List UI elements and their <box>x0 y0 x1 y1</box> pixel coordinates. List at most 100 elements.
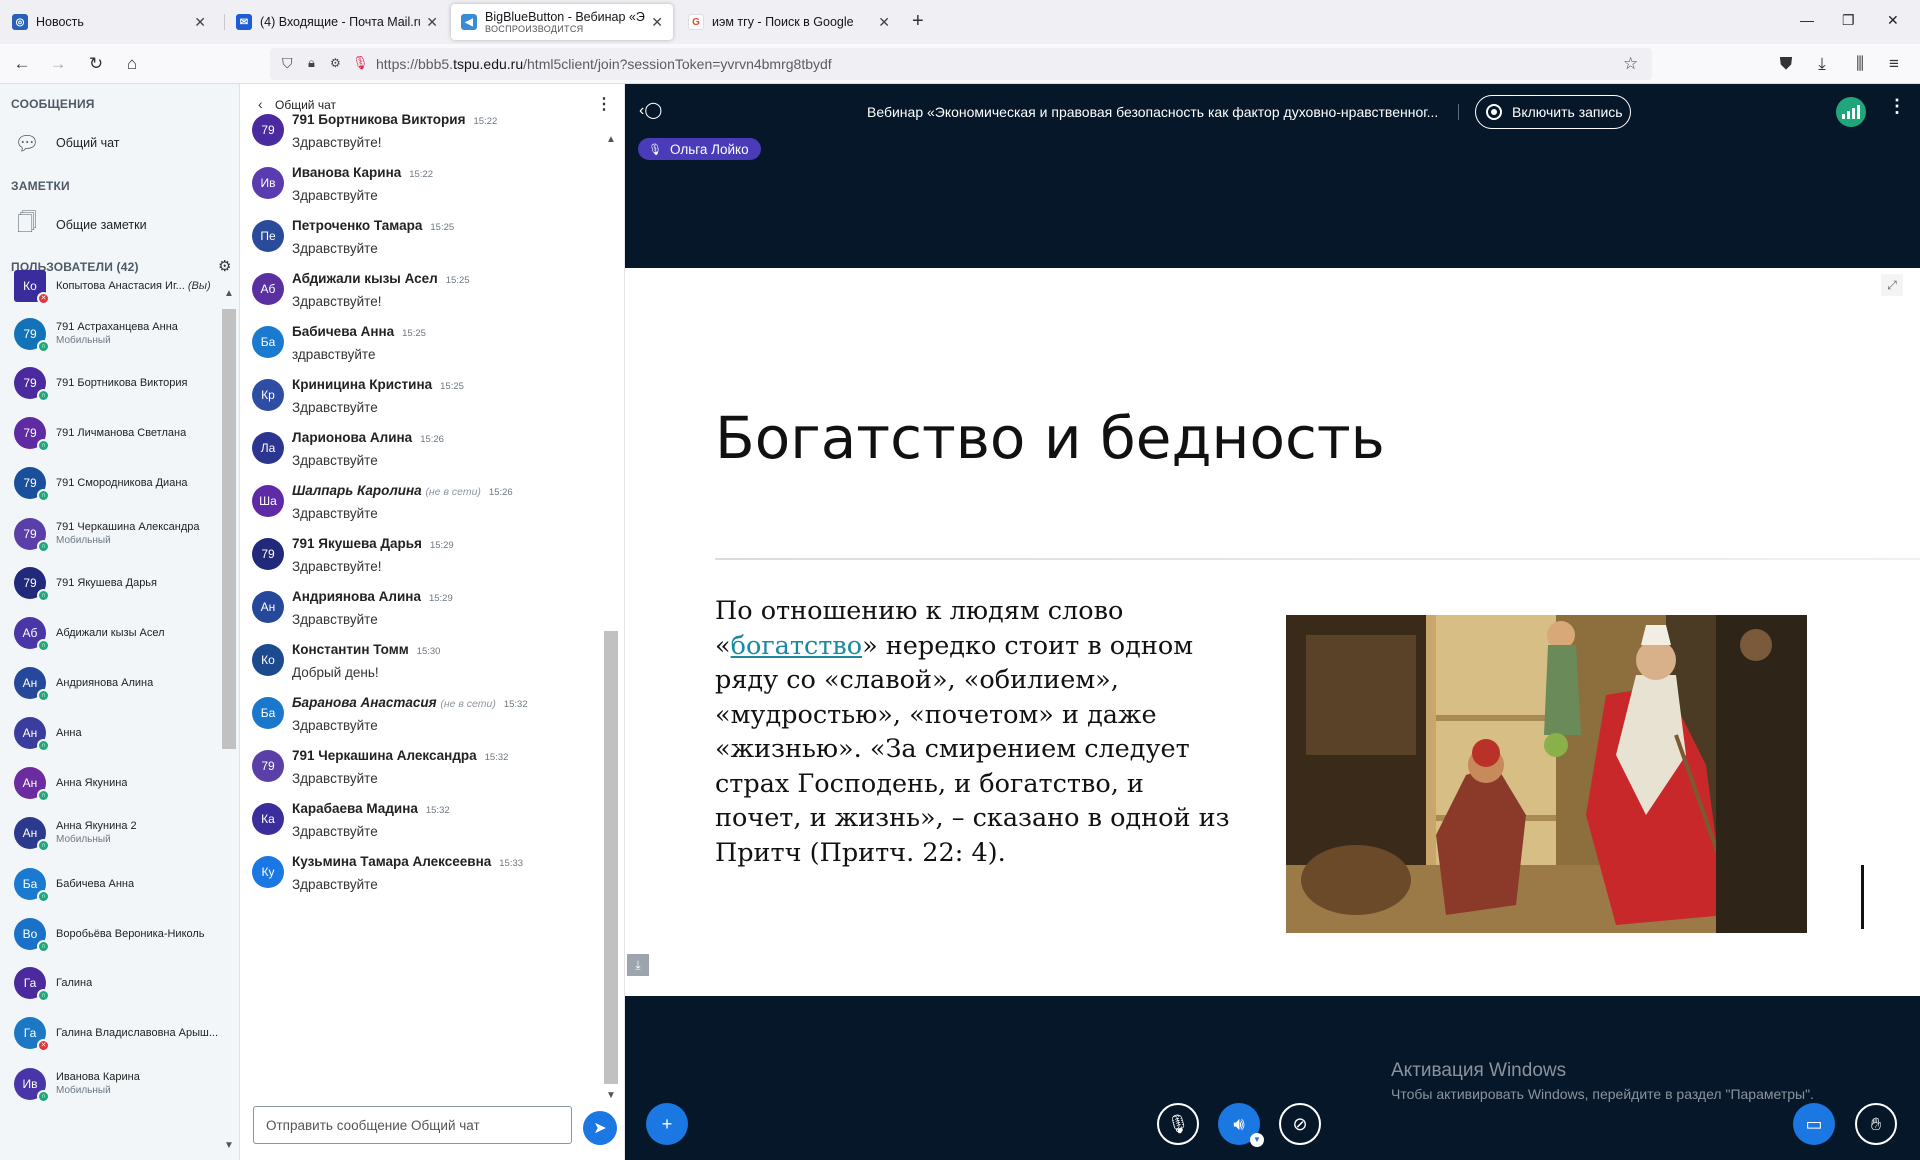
user-list-item[interactable]: 79 ∩ 791 Личманова Светлана <box>14 411 228 455</box>
options-menu-icon[interactable]: ⋮ <box>1888 96 1906 117</box>
tab-mail[interactable]: ✉ (4) Входящие - Почта Mail.ru ✕ <box>226 4 448 40</box>
scroll-up-icon[interactable]: ▲ <box>606 134 616 145</box>
user-list-item[interactable]: Га ✕ Галина Владиславовна Арыш... <box>14 1011 228 1055</box>
sidebar-item-shared-notes[interactable]: 🗍︎ Общие заметки <box>14 208 147 242</box>
forward-icon[interactable]: → <box>48 54 68 74</box>
user-list-item[interactable]: 79 ∩ 791 Смородникова Диана <box>14 461 228 505</box>
permissions-icon[interactable]: ⚙ <box>330 56 341 70</box>
bookmark-star-icon[interactable]: ☆ <box>1623 54 1638 74</box>
user-client-type: Мобильный <box>56 1085 111 1096</box>
close-window-icon[interactable]: ✕ <box>1887 12 1899 29</box>
downloads-icon[interactable]: ⤓ <box>1812 54 1832 74</box>
menu-icon[interactable]: ≡ <box>1884 54 1904 74</box>
google-favicon-icon: G <box>688 14 704 30</box>
headphones-icon: ∩ <box>37 489 50 502</box>
user-list-item[interactable]: Аб ∩ Абдижали кызы Асел <box>14 611 228 655</box>
message-author: Андриянова Алина 15:29 <box>292 589 453 604</box>
reload-icon[interactable]: ↻ <box>86 54 106 74</box>
mute-microphone-button[interactable]: 🎙︎ <box>1157 1103 1199 1145</box>
user-list-item[interactable]: 79 ∩ 791 Якушева Дарья <box>14 561 228 605</box>
user-list-item[interactable]: Га ∩ Галина <box>14 961 228 1005</box>
scroll-up-icon[interactable]: ▲ <box>224 288 234 299</box>
connection-status-icon[interactable] <box>1836 97 1866 127</box>
back-icon[interactable]: ← <box>12 54 32 74</box>
user-list-item[interactable]: Во ∩ Воробьёва Вероника-Николь <box>14 912 228 956</box>
download-presentation-icon[interactable]: ⤓ <box>627 954 649 976</box>
user-list-item[interactable]: 79 ∩ 791 Черкашина Александра Мобильный <box>14 512 228 556</box>
presentation-toggle-button[interactable]: ▭ <box>1793 1103 1835 1145</box>
chat-options-icon[interactable]: ⋮ <box>596 94 612 114</box>
headphones-icon: ∩ <box>37 340 50 353</box>
slide-link[interactable]: богатство <box>731 631 862 661</box>
camera-off-icon: ⊘ <box>1292 1113 1308 1134</box>
message-time: 15:25 <box>402 328 426 339</box>
user-name: Анна Якунина 2 <box>56 820 137 832</box>
headphones-icon: ∩ <box>37 839 50 852</box>
user-list-item[interactable]: 79 ∩ 791 Бортникова Виктория <box>14 361 228 405</box>
url-bar[interactable]: ⛉ 🔒︎ ⚙ 🎙︎ https://bbb5.tspu.edu.ru/html5… <box>270 48 1652 80</box>
audio-button[interactable]: 🔊︎ ▼ <box>1218 1103 1264 1147</box>
minimize-icon[interactable]: — <box>1800 12 1814 28</box>
microphone-in-use-icon[interactable]: 🎙︎ <box>352 55 369 71</box>
pocket-icon[interactable]: ⛊ <box>1776 54 1796 74</box>
close-tab-icon[interactable]: ✕ <box>426 14 438 31</box>
avatar: Ша <box>252 485 284 517</box>
new-tab-button[interactable]: + <box>912 10 924 33</box>
close-tab-icon[interactable]: ✕ <box>651 14 663 31</box>
restore-icon[interactable]: ❐ <box>1842 12 1855 29</box>
avatar: Ив ∩ <box>14 1068 50 1103</box>
user-list-item[interactable]: 79 ∩ 791 Астраханцева Анна Мобильный <box>14 312 228 356</box>
chevron-down-icon[interactable]: ▼ <box>1250 1133 1264 1147</box>
actions-plus-button[interactable]: + <box>646 1103 688 1145</box>
user-list-item[interactable]: Ан ∩ Анна <box>14 711 228 755</box>
camera-button[interactable]: ⊘ <box>1279 1103 1321 1145</box>
tab-news[interactable]: ◎ Новость ✕ <box>2 4 216 40</box>
chat-message-input[interactable] <box>253 1106 572 1144</box>
user-name: Копытова Анастасия Иг... (Вы) <box>56 280 211 292</box>
user-list-item[interactable]: Ив ∩ Иванова Карина Мобильный <box>14 1062 228 1106</box>
user-list-item[interactable]: Ко ✕ Копытова Анастасия Иг... (Вы) <box>14 264 228 308</box>
user-list-item[interactable]: Ан ∩ Анна Якунина <box>14 761 228 805</box>
fullscreen-icon[interactable]: ⤢ <box>1881 274 1903 296</box>
user-name: Иванова Карина <box>56 1071 140 1083</box>
talking-indicator[interactable]: 🎙︎ Ольга Лойко <box>638 138 761 160</box>
message-author: Карабаева Мадина 15:32 <box>292 801 450 816</box>
plus-icon: + <box>661 1113 673 1134</box>
message-text: Здравствуйте <box>292 453 378 468</box>
tab-google[interactable]: G иэм тгу - Поиск в Google ✕ <box>678 4 900 40</box>
headphones-icon: ∩ <box>37 1090 50 1103</box>
scroll-down-icon[interactable]: ▼ <box>224 1140 234 1151</box>
user-list-item[interactable]: Ба ∩ Бабичева Анна <box>14 862 228 906</box>
library-icon[interactable]: ⫼ <box>1850 54 1870 74</box>
start-recording-button[interactable]: Включить запись <box>1475 95 1631 129</box>
headphones-icon: ∩ <box>37 940 50 953</box>
sidebar-item-public-chat[interactable]: 💬︎ Общий чат <box>14 126 119 160</box>
close-tab-icon[interactable]: ✕ <box>194 14 206 31</box>
message-author: Абдижали кызы Асел 15:25 <box>292 271 470 286</box>
lock-icon[interactable]: 🔒︎ <box>308 55 315 71</box>
tab-bigbluebutton[interactable]: ◀ BigBlueButton - Вебинар «Экон ВОСПРОИЗ… <box>451 4 673 40</box>
home-icon[interactable]: ⌂ <box>122 54 142 74</box>
close-tab-icon[interactable]: ✕ <box>878 14 890 31</box>
meeting-title: Вебинар «Экономическая и правовая безопа… <box>867 104 1439 120</box>
raise-hand-button[interactable]: ✋︎ <box>1855 1103 1897 1145</box>
headphones-icon: ∩ <box>37 689 50 702</box>
user-list-item[interactable]: Ан ∩ Андриянова Алина <box>14 661 228 705</box>
user-list-item[interactable]: Ан ∩ Анна Якунина 2 Мобильный <box>14 811 228 855</box>
chat-scrollbar[interactable]: ▲ ▼ <box>604 134 618 1104</box>
scroll-down-icon[interactable]: ▼ <box>606 1090 616 1101</box>
user-name: Бабичева Анна <box>56 878 135 890</box>
toggle-userlist-icon[interactable]: ‹◯ <box>639 100 662 120</box>
scrollbar-thumb[interactable] <box>604 631 618 1084</box>
send-message-button[interactable]: ➤ <box>583 1111 617 1145</box>
tracking-shield-icon[interactable]: ⛉ <box>282 55 293 72</box>
text-cursor <box>1861 865 1864 929</box>
message-text: Здравствуйте! <box>292 135 382 150</box>
users-scrollbar[interactable]: ▲ ▼ <box>222 284 236 1154</box>
user-client-type: Мобильный <box>56 834 111 845</box>
message-text: Здравствуйте! <box>292 294 382 309</box>
avatar: 79 ∩ <box>14 318 50 353</box>
scrollbar-thumb[interactable] <box>222 309 236 749</box>
chat-input-field[interactable] <box>254 1107 571 1143</box>
message-time: 15:22 <box>473 116 498 127</box>
